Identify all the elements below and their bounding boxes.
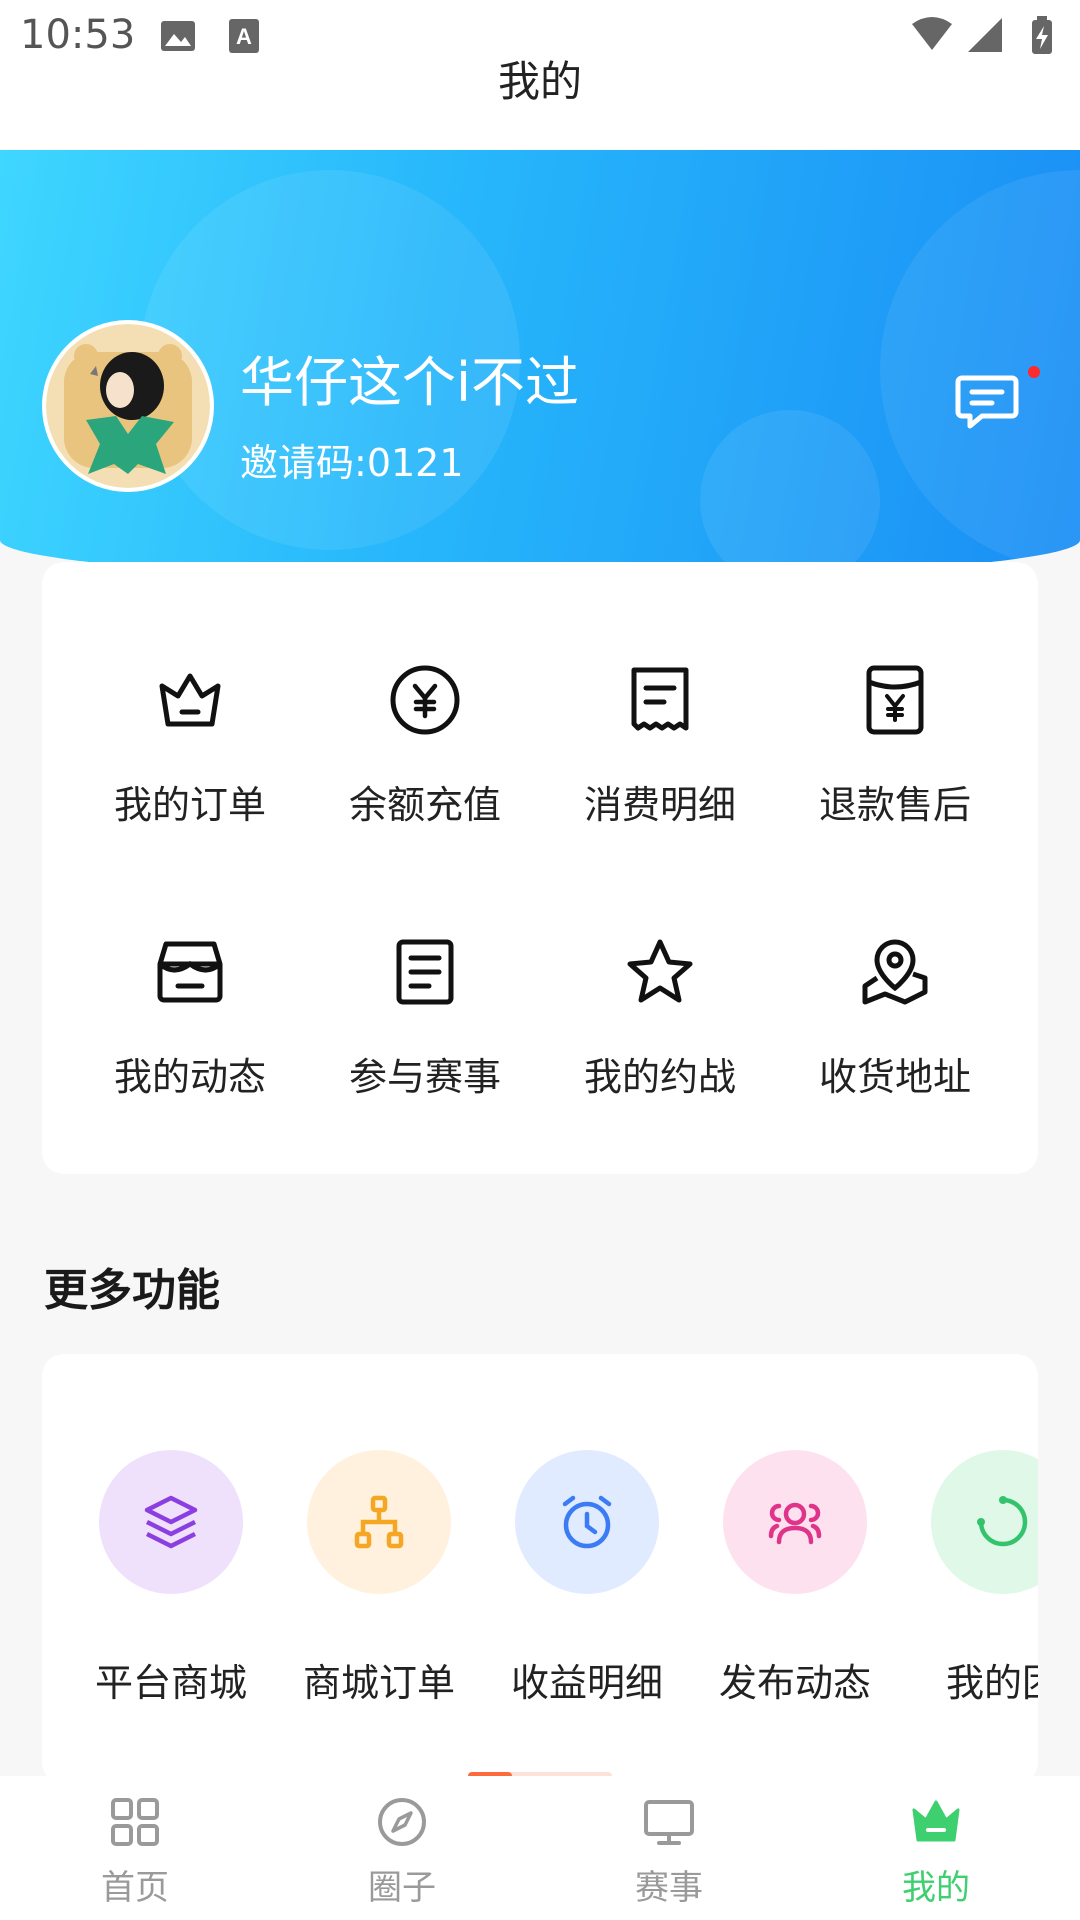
menu-item-label: 消费明细 (583, 783, 736, 827)
menu-item-my-challenges[interactable]: 我的约战 (560, 934, 760, 1114)
func-item-platform-mall[interactable]: 平台商城 (66, 1450, 276, 1707)
menu-item-joined-events[interactable]: 参与赛事 (325, 934, 525, 1114)
menu-item-spending-details[interactable]: 消费明细 (560, 662, 760, 842)
func-icon-circle (931, 1450, 1038, 1594)
nav-label: 我的 (902, 1868, 970, 1908)
avatar-image (46, 324, 210, 488)
signal-icon (968, 18, 1002, 52)
func-item-label: 我的团 (945, 1661, 1038, 1705)
func-item-mall-orders[interactable]: 商城订单 (274, 1450, 484, 1707)
func-item-publish-post[interactable]: 发布动态 (690, 1450, 900, 1707)
menu-item-label: 收货地址 (818, 1055, 971, 1099)
func-item-label: 发布动态 (718, 1661, 871, 1705)
username: 华仔这个i不过 (240, 351, 580, 414)
menu-item-my-orders[interactable]: 我的订单 (90, 662, 290, 842)
unread-badge (1028, 366, 1040, 378)
more-functions-title: 更多功能 (44, 1265, 220, 1316)
users-icon (768, 1502, 822, 1545)
nav-tab-home[interactable]: 首页 (35, 1794, 235, 1909)
crown-icon (912, 1800, 960, 1842)
compass-icon (378, 1798, 426, 1846)
loading-circle-icon (977, 1496, 1028, 1547)
func-item-label: 商城订单 (302, 1661, 455, 1705)
invite-label: 邀请码: (240, 441, 367, 485)
monitor-icon (644, 1800, 694, 1845)
func-item-label: 平台商城 (94, 1661, 247, 1705)
invite-value: 0121 (366, 441, 464, 485)
menu-item-label: 余额充值 (348, 783, 501, 827)
document-list-icon (396, 939, 454, 1005)
menu-item-recharge[interactable]: 余额充值 (325, 662, 525, 842)
yen-circle-icon (390, 665, 460, 735)
func-icon-circle (515, 1450, 659, 1594)
menu-item-label: 参与赛事 (348, 1055, 501, 1099)
layers-icon (144, 1495, 198, 1549)
func-item-label: 收益明细 (510, 1661, 663, 1705)
invite-code: 邀请码:0121 (240, 432, 464, 487)
receipt-icon (631, 667, 689, 731)
message-icon[interactable] (952, 366, 1022, 436)
avatar[interactable] (42, 320, 214, 492)
wifi-icon (912, 17, 952, 50)
store-box-icon (157, 941, 223, 1003)
grid-icon (111, 1798, 159, 1846)
menu-item-my-posts[interactable]: 我的动态 (90, 934, 290, 1114)
more-functions-card: 平台商城 商城订单 收益明细 发布动态 我的 (42, 1354, 1038, 1784)
page-title: 我的 (497, 57, 582, 106)
crown-icon (159, 673, 221, 727)
org-chart-icon (354, 1495, 404, 1549)
nav-tab-events[interactable]: 赛事 (569, 1794, 769, 1909)
func-item-earnings-details[interactable]: 收益明细 (482, 1450, 692, 1707)
bottom-navigation: 首页 圈子 赛事 我的 (0, 1776, 1080, 1920)
nav-label: 圈子 (368, 1868, 436, 1908)
main-menu-card: 我的订单 余额充值 消费明细 退款售后 我的动态 参与赛事 我的约战 收货地址 (42, 562, 1038, 1174)
func-icon-circle (307, 1450, 451, 1594)
func-item-my-group[interactable]: 我的团 (898, 1450, 1038, 1707)
menu-item-shipping-address[interactable]: 收货地址 (795, 934, 995, 1114)
top-bar: 10:53 A 我的 (0, 0, 1080, 150)
svg-text:A: A (236, 24, 252, 49)
star-icon (627, 939, 693, 1003)
func-icon-circle (723, 1450, 867, 1594)
nav-tab-mine[interactable]: 我的 (836, 1794, 1036, 1909)
refund-envelope-icon (866, 665, 924, 735)
menu-item-label: 我的动态 (113, 1055, 266, 1099)
nav-tab-circle[interactable]: 圈子 (302, 1794, 502, 1909)
alarm-clock-icon (562, 1495, 612, 1549)
menu-item-label: 退款售后 (818, 783, 971, 827)
func-icon-circle (99, 1450, 243, 1594)
nav-label: 首页 (101, 1868, 169, 1908)
menu-item-label: 我的订单 (113, 783, 266, 827)
menu-item-label: 我的约战 (583, 1055, 736, 1099)
map-pin-icon (862, 939, 928, 1005)
nav-label: 赛事 (635, 1868, 703, 1908)
menu-item-refund[interactable]: 退款售后 (795, 662, 995, 842)
